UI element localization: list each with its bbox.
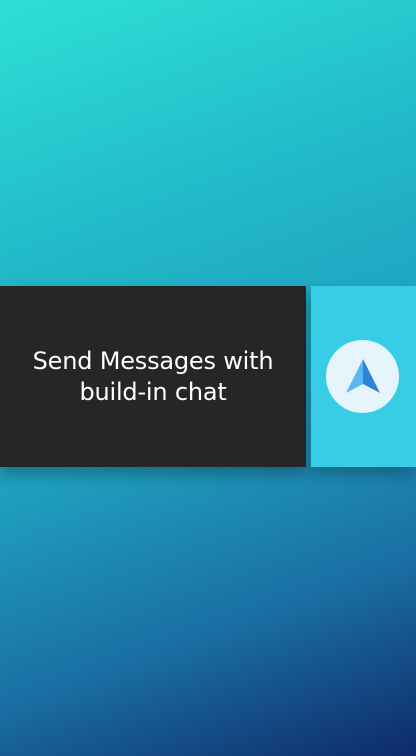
send-panel[interactable] [311, 286, 416, 467]
feature-banner: Send Messages with build-in chat [0, 286, 306, 467]
feature-banner-line-2: build-in chat [79, 377, 227, 406]
feature-banner-line-1: Send Messages with [32, 346, 274, 375]
feature-banner-text: Send Messages with build-in chat [13, 346, 293, 408]
send-button[interactable] [326, 340, 399, 413]
send-icon [345, 358, 380, 393]
